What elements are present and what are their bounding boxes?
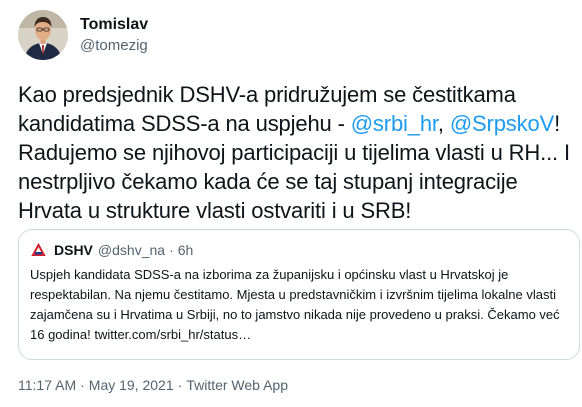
dshv-logo-icon: [30, 241, 47, 259]
tweet-text: Kao predsjednik DSHV-a pridružujem se če…: [18, 80, 582, 225]
quoted-author-name[interactable]: DSHV: [54, 242, 93, 258]
tweet-footer: 11:17 AM · May 19, 2021 · Twitter Web Ap…: [18, 376, 288, 394]
quoted-tweet-text: Uspjeh kandidata SDSS-a na izborima za ž…: [30, 267, 560, 342]
profile-photo-icon: [18, 10, 68, 60]
quoted-author-handle[interactable]: @dshv_na: [98, 242, 165, 258]
mention-link[interactable]: @SrpskoV: [450, 111, 554, 136]
quoted-tweet[interactable]: DSHV @dshv_na · 6h Uspjeh kandidata SDSS…: [18, 229, 580, 360]
mention-link[interactable]: @srbi_hr: [351, 111, 438, 136]
footer-separator: ·: [80, 377, 85, 393]
tweet-time[interactable]: 11:17 AM: [18, 376, 76, 394]
avatar[interactable]: [18, 10, 68, 60]
tweet: Tomislav @tomezig Kao predsjednik DSHV-a…: [0, 0, 582, 407]
quoted-tweet-header: DSHV @dshv_na · 6h: [30, 241, 193, 259]
quoted-age[interactable]: 6h: [178, 242, 194, 258]
footer-separator: ·: [177, 377, 183, 393]
tweet-source[interactable]: Twitter Web App: [186, 376, 288, 394]
tweet-date[interactable]: May 19, 2021: [89, 376, 174, 394]
user-meta: Tomislav @tomezig: [80, 15, 148, 56]
tweet-text-segment: ,: [437, 111, 450, 136]
quoted-separator: ·: [169, 242, 174, 258]
user-handle[interactable]: @tomezig: [80, 36, 148, 56]
tweet-header: Tomislav @tomezig: [18, 10, 148, 66]
display-name[interactable]: Tomislav: [80, 15, 148, 35]
